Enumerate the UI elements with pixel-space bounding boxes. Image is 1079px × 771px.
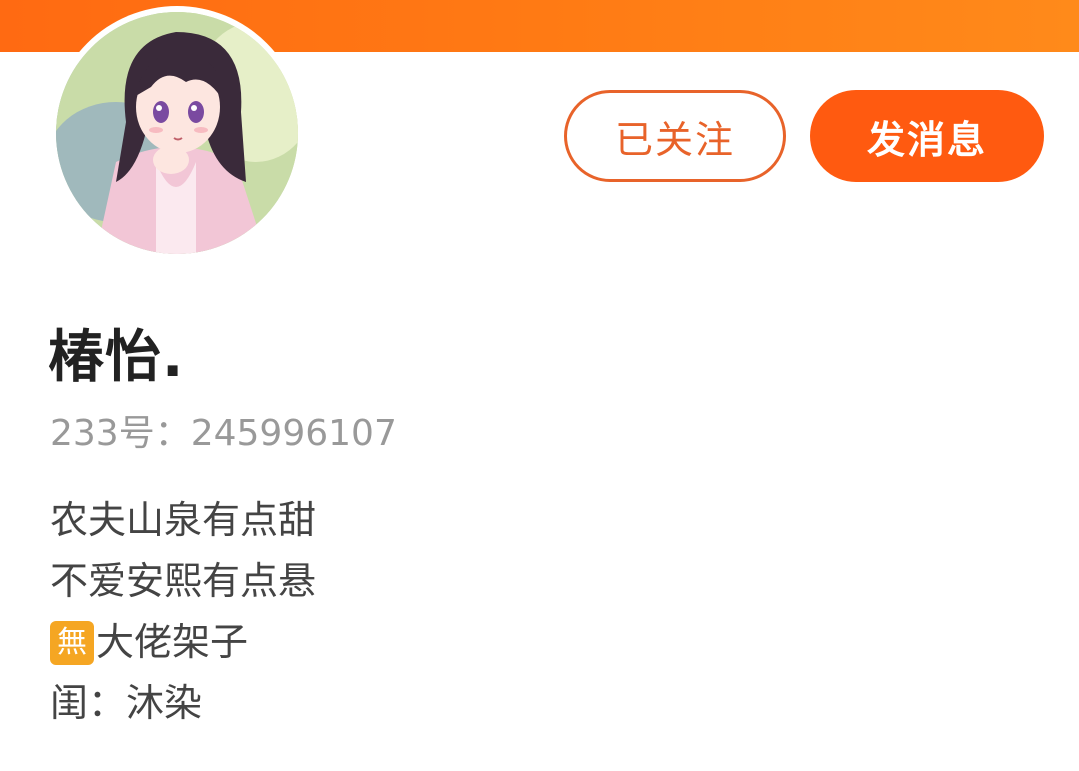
user-id: 233号：245996107: [50, 404, 397, 456]
following-button-label: 已关注: [614, 117, 735, 162]
wu-badge-icon: 無: [50, 620, 94, 665]
bio-line: 闺：沐染: [50, 681, 203, 725]
avatar-image: [56, 12, 298, 254]
following-button[interactable]: 已关注: [564, 90, 786, 182]
bio-line: 不爱安熙有点悬: [50, 559, 317, 603]
send-message-button-label: 发消息: [866, 117, 987, 162]
profile-page: 已关注 发消息 椿怡. 233号：245996107 农夫山泉有点甜 不爱安熙有…: [0, 0, 1079, 771]
bio: 农夫山泉有点甜 不爱安熙有点悬 無大佬架子 闺：沐染: [50, 490, 316, 734]
bio-line: 無大佬架子: [50, 612, 316, 673]
bio-line: 农夫山泉有点甜: [50, 498, 317, 542]
username: 椿怡.: [48, 325, 185, 390]
user-id-label: 233号：: [50, 413, 191, 454]
send-message-button[interactable]: 发消息: [810, 90, 1044, 182]
bio-line-text: 大佬架子: [96, 620, 249, 664]
user-id-value: 245996107: [190, 413, 397, 454]
avatar[interactable]: [50, 6, 304, 260]
